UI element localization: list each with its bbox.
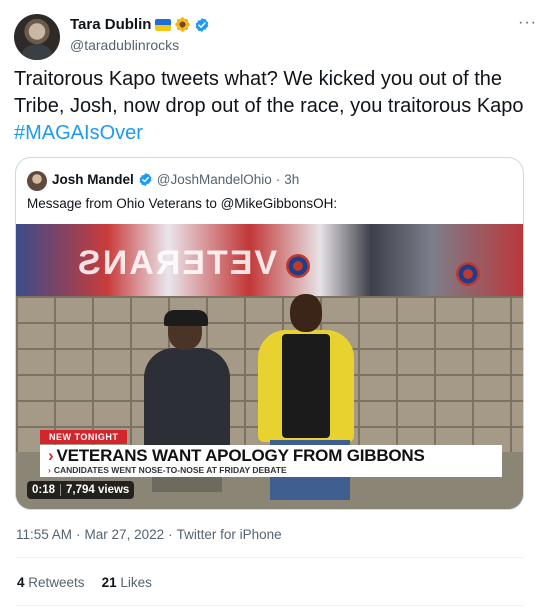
author-display-name[interactable]: Tara Dublin [70, 16, 151, 33]
verified-badge-icon [139, 172, 152, 187]
video-meta-overlay: 0:18 7,794 views [27, 481, 135, 499]
hashtag-link[interactable]: #MAGAIsOver [14, 122, 143, 144]
author-handle[interactable]: @taradublinrocks [70, 37, 179, 53]
quoted-author-row: Josh Mandel @JoshMandelOhio · 3h [52, 172, 299, 187]
author-name-row: Tara Dublin [70, 16, 210, 33]
retweets-stat[interactable]: 4 Retweets [17, 575, 85, 590]
video-scene-banner: VETERANS [76, 244, 278, 282]
tweet-body: Traitorous Kapo tweets what? We kicked y… [14, 68, 524, 117]
quoted-author-handle[interactable]: @JoshMandelOhio [157, 172, 272, 187]
quoted-author-name[interactable]: Josh Mandel [52, 172, 134, 187]
news-tag: NEW TONIGHT [40, 430, 128, 444]
video-player[interactable]: VETERANS NEW TONIGHT › VETERANS WANT APOL… [16, 224, 523, 509]
tweet-text: Traitorous Kapo tweets what? We kicked y… [14, 66, 534, 147]
news-lower-third: NEW TONIGHT › VETERANS WANT APOLOGY FROM … [40, 427, 502, 477]
rosette-decoration [456, 262, 480, 286]
video-views: 7,794 views [66, 484, 130, 496]
tweet-timestamp: 11:55 AM · Mar 27, 2022 · Twitter for iP… [16, 527, 282, 542]
quoted-time[interactable]: 3h [284, 172, 299, 187]
tweet-detail: Tara Dublin @taradublinrocks ··· Traitor… [0, 0, 559, 611]
verified-badge-icon [196, 17, 209, 32]
tweet-source[interactable]: Twitter for iPhone [177, 527, 282, 542]
likes-stat[interactable]: 21 Likes [102, 575, 152, 590]
news-headline: › VETERANS WANT APOLOGY FROM GIBBONS [48, 446, 425, 465]
headline-box: › VETERANS WANT APOLOGY FROM GIBBONS › CAN… [40, 445, 502, 477]
more-options-icon[interactable]: ··· [518, 14, 537, 32]
separator-dot: · [168, 527, 173, 542]
ukraine-flag-icon [155, 18, 172, 31]
author-avatar[interactable] [14, 14, 60, 60]
divider [16, 605, 524, 606]
quoted-tweet-card[interactable]: Josh Mandel @JoshMandelOhio · 3h Message… [15, 157, 524, 510]
tweet-date[interactable]: Mar 27, 2022 [85, 527, 165, 542]
quoted-text: Message from Ohio Veterans to @MikeGibbo… [27, 196, 338, 211]
rosette-decoration [286, 254, 310, 278]
engagement-stats: 4 Retweets 21 Likes [17, 575, 152, 590]
news-subline: › CANDIDATES WENT NOSE-TO-NOSE AT FRIDAY … [48, 465, 287, 475]
divider [16, 557, 524, 558]
quoted-author-avatar[interactable] [27, 171, 47, 191]
sunflower-icon [175, 17, 191, 32]
tweet-time[interactable]: 11:55 AM [16, 527, 72, 542]
separator-dot: · [76, 527, 81, 542]
separator-dot: · [275, 172, 281, 187]
video-duration: 0:18 [32, 484, 56, 496]
